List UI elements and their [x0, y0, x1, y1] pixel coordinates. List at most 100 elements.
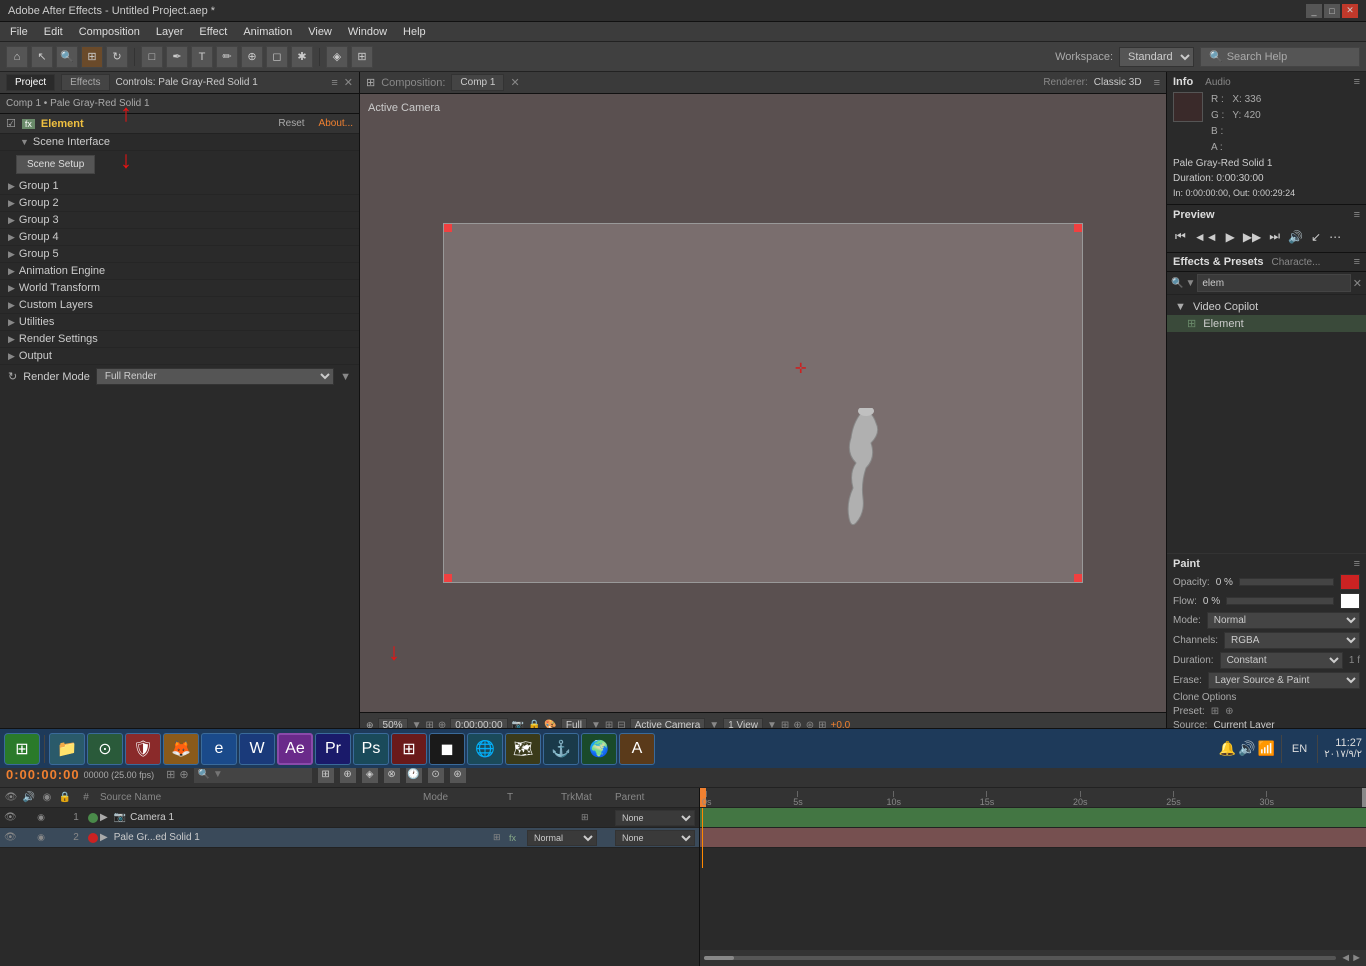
- layer-solo-camera[interactable]: ◉: [34, 812, 48, 823]
- preview-ram-button[interactable]: ↙: [1309, 228, 1323, 246]
- preset-icon1[interactable]: ⊞: [1211, 706, 1219, 717]
- solid-mode-select[interactable]: Normal: [527, 830, 597, 846]
- taskbar-ie[interactable]: e: [201, 733, 237, 765]
- group4-item[interactable]: ▶ Group 4: [0, 229, 359, 246]
- tool-brush[interactable]: ✏: [216, 46, 238, 68]
- animation-engine-item[interactable]: ▶ Animation Engine: [0, 263, 359, 280]
- paint-duration-select[interactable]: Constant: [1220, 652, 1343, 669]
- expand-solid[interactable]: ▶: [100, 832, 108, 843]
- tool-clone[interactable]: ⊕: [241, 46, 263, 68]
- tool-extra2[interactable]: ⊞: [351, 46, 373, 68]
- effects-group-videocopilot[interactable]: ▼ Video Copilot: [1167, 299, 1366, 315]
- taskbar-explorer[interactable]: 📁: [49, 733, 85, 765]
- camera-parent-select[interactable]: None: [615, 810, 695, 826]
- taskbar-arabic[interactable]: A: [619, 733, 655, 765]
- tool-puppet[interactable]: ✱: [291, 46, 313, 68]
- minimize-button[interactable]: _: [1306, 4, 1322, 18]
- element-about-button[interactable]: About...: [319, 118, 353, 129]
- audio-tab[interactable]: Audio: [1205, 77, 1231, 88]
- tool-extra1[interactable]: ◈: [326, 46, 348, 68]
- menu-file[interactable]: File: [4, 24, 34, 40]
- taskbar-ship[interactable]: ⚓: [543, 733, 579, 765]
- preview-rewind-button[interactable]: ◄◄: [1192, 228, 1220, 246]
- menu-view[interactable]: View: [302, 24, 338, 40]
- menu-edit[interactable]: Edit: [38, 24, 69, 40]
- comp-viewer[interactable]: Active Camera ✛: [360, 94, 1166, 712]
- start-button[interactable]: ⊞: [4, 733, 40, 765]
- tl-btn5[interactable]: 🕐: [405, 766, 423, 784]
- menu-window[interactable]: Window: [342, 24, 393, 40]
- search-help-box[interactable]: 🔍 Search Help: [1200, 47, 1360, 67]
- tl-btn4[interactable]: ⊗: [383, 766, 401, 784]
- menu-effect[interactable]: Effect: [193, 24, 233, 40]
- tool-pen[interactable]: ✒: [166, 46, 188, 68]
- flow-value[interactable]: 0 %: [1203, 596, 1220, 607]
- solid-switch1[interactable]: ⊞: [493, 832, 507, 843]
- taskbar-ae[interactable]: Ae: [277, 733, 313, 765]
- tool-pointer[interactable]: ↖: [31, 46, 53, 68]
- tool-active[interactable]: ⊞: [81, 46, 103, 68]
- taskbar-creative[interactable]: ⊞: [391, 733, 427, 765]
- taskbar-black1[interactable]: ◼: [429, 733, 465, 765]
- layer-vis-solid[interactable]: 👁: [4, 832, 16, 843]
- horizontal-scrollbar-track[interactable]: [704, 956, 1336, 960]
- timeline-tracks[interactable]: 0s 5s 10s 15s 20s 25s 30s: [700, 788, 1366, 966]
- preview-audio-button[interactable]: 🔊: [1286, 228, 1305, 246]
- custom-layers-item[interactable]: ▶ Custom Layers: [0, 297, 359, 314]
- paint-erase-select[interactable]: Layer Source & Paint: [1208, 672, 1360, 689]
- group1-item[interactable]: ▶ Group 1: [0, 178, 359, 195]
- comp-close-icon[interactable]: ✕: [510, 76, 519, 89]
- timeline-search-input[interactable]: [193, 766, 313, 784]
- close-button[interactable]: ✕: [1342, 4, 1358, 18]
- effects-search-dropdown[interactable]: ▼: [1185, 278, 1195, 289]
- effects-search-input[interactable]: [1197, 274, 1350, 292]
- menu-composition[interactable]: Composition: [73, 24, 146, 40]
- preview-play-button[interactable]: ▶: [1224, 228, 1237, 246]
- taskbar-map[interactable]: 🗺: [505, 733, 541, 765]
- taskbar-premiere[interactable]: Pr: [315, 733, 351, 765]
- timecode-display[interactable]: 0:00:00:00: [6, 767, 80, 782]
- render-mode-select[interactable]: Full Render: [96, 368, 334, 385]
- preview-more-button[interactable]: ⋯: [1327, 228, 1343, 246]
- tool-eraser[interactable]: ◻: [266, 46, 288, 68]
- effects-clear-icon[interactable]: ✕: [1353, 277, 1362, 290]
- solid-fx-icon[interactable]: fx: [509, 833, 523, 843]
- element-reset-button[interactable]: Reset: [278, 118, 304, 129]
- group5-item[interactable]: ▶ Group 5: [0, 246, 359, 263]
- checkbox-icon[interactable]: ☑: [6, 117, 16, 130]
- panel-close-icon[interactable]: ✕: [344, 76, 353, 89]
- horizontal-scrollbar-thumb[interactable]: [704, 956, 734, 960]
- tool-rect[interactable]: □: [141, 46, 163, 68]
- group3-item[interactable]: ▶ Group 3: [0, 212, 359, 229]
- workspace-select[interactable]: Standard: [1119, 47, 1194, 67]
- tl-btn6[interactable]: ⊙: [427, 766, 445, 784]
- world-transform-item[interactable]: ▶ World Transform: [0, 280, 359, 297]
- preview-first-button[interactable]: ⏮: [1173, 227, 1188, 246]
- lang-indicator[interactable]: EN: [1288, 743, 1311, 755]
- taskbar-chrome[interactable]: ⊙: [87, 733, 123, 765]
- comp-tab[interactable]: Comp 1: [451, 74, 504, 91]
- preset-icon2[interactable]: ⊕: [1225, 706, 1233, 717]
- group2-item[interactable]: ▶ Group 2: [0, 195, 359, 212]
- tl-icon2[interactable]: ⊕: [179, 768, 188, 781]
- paint-mode-select[interactable]: Normal: [1207, 612, 1360, 629]
- taskbar-browser2[interactable]: 🌐: [467, 733, 503, 765]
- menu-animation[interactable]: Animation: [237, 24, 298, 40]
- effects-panel-menu[interactable]: ≡: [1354, 256, 1360, 268]
- scene-interface-item[interactable]: ▼ Scene Interface: [0, 134, 359, 151]
- panel-menu-icon[interactable]: ≡: [331, 77, 337, 89]
- tool-text[interactable]: T: [191, 46, 213, 68]
- layer-vis-camera[interactable]: 👁: [4, 812, 16, 823]
- render-settings-item[interactable]: ▶ Render Settings: [0, 331, 359, 348]
- scroll-arrow-right[interactable]: ►: [1351, 952, 1362, 964]
- tl-icon1[interactable]: ⊞: [166, 768, 175, 781]
- timeline-scrollbar[interactable]: ◄ ►: [700, 950, 1366, 966]
- opacity-slider[interactable]: [1239, 578, 1334, 586]
- tab-effects[interactable]: Effects: [61, 74, 109, 91]
- opacity-value[interactable]: 0 %: [1216, 577, 1233, 588]
- preview-last-button[interactable]: ⏭: [1267, 227, 1282, 246]
- output-item[interactable]: ▶ Output: [0, 348, 359, 365]
- taskbar-word[interactable]: W: [239, 733, 275, 765]
- tl-btn2[interactable]: ⊕: [339, 766, 357, 784]
- tool-zoom[interactable]: 🔍: [56, 46, 78, 68]
